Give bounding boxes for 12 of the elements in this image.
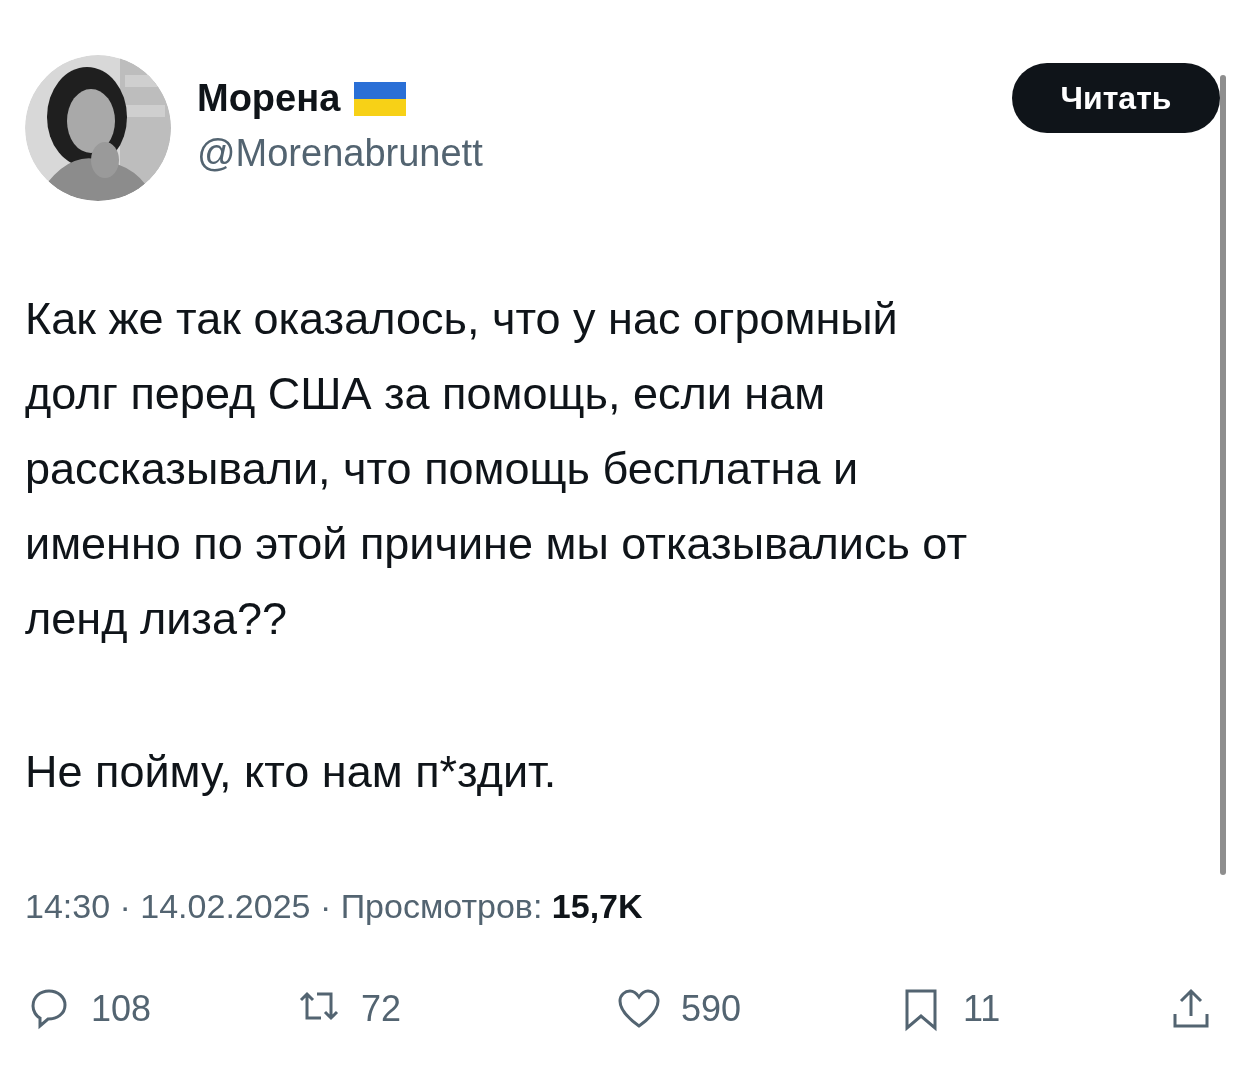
author-handle[interactable]: @Morenabrunett [197,132,1012,175]
action-count: 72 [361,988,402,1030]
action-count: 11 [963,988,1001,1030]
scrollbar[interactable] [1220,75,1226,875]
author-name[interactable]: Морена [197,77,341,120]
tweet-text: Не пойму, кто нам п*здит. [25,745,558,799]
tweet-text: Как же так оказалось, что у нас огромный долг перед США за помощь, если нам рассказывали, что помощь бесплатна и именно по этой причине мы отказывались от ленд лиза?? [25,292,968,646]
follow-button[interactable]: Читать [1012,63,1220,133]
tweet-meta: 14:30 · 14.02.2025 · Просмотров: 15,7K [25,887,644,926]
flag-icon [354,81,407,116]
action-count: 108 [91,988,152,1030]
action-count: 590 [681,988,742,1030]
